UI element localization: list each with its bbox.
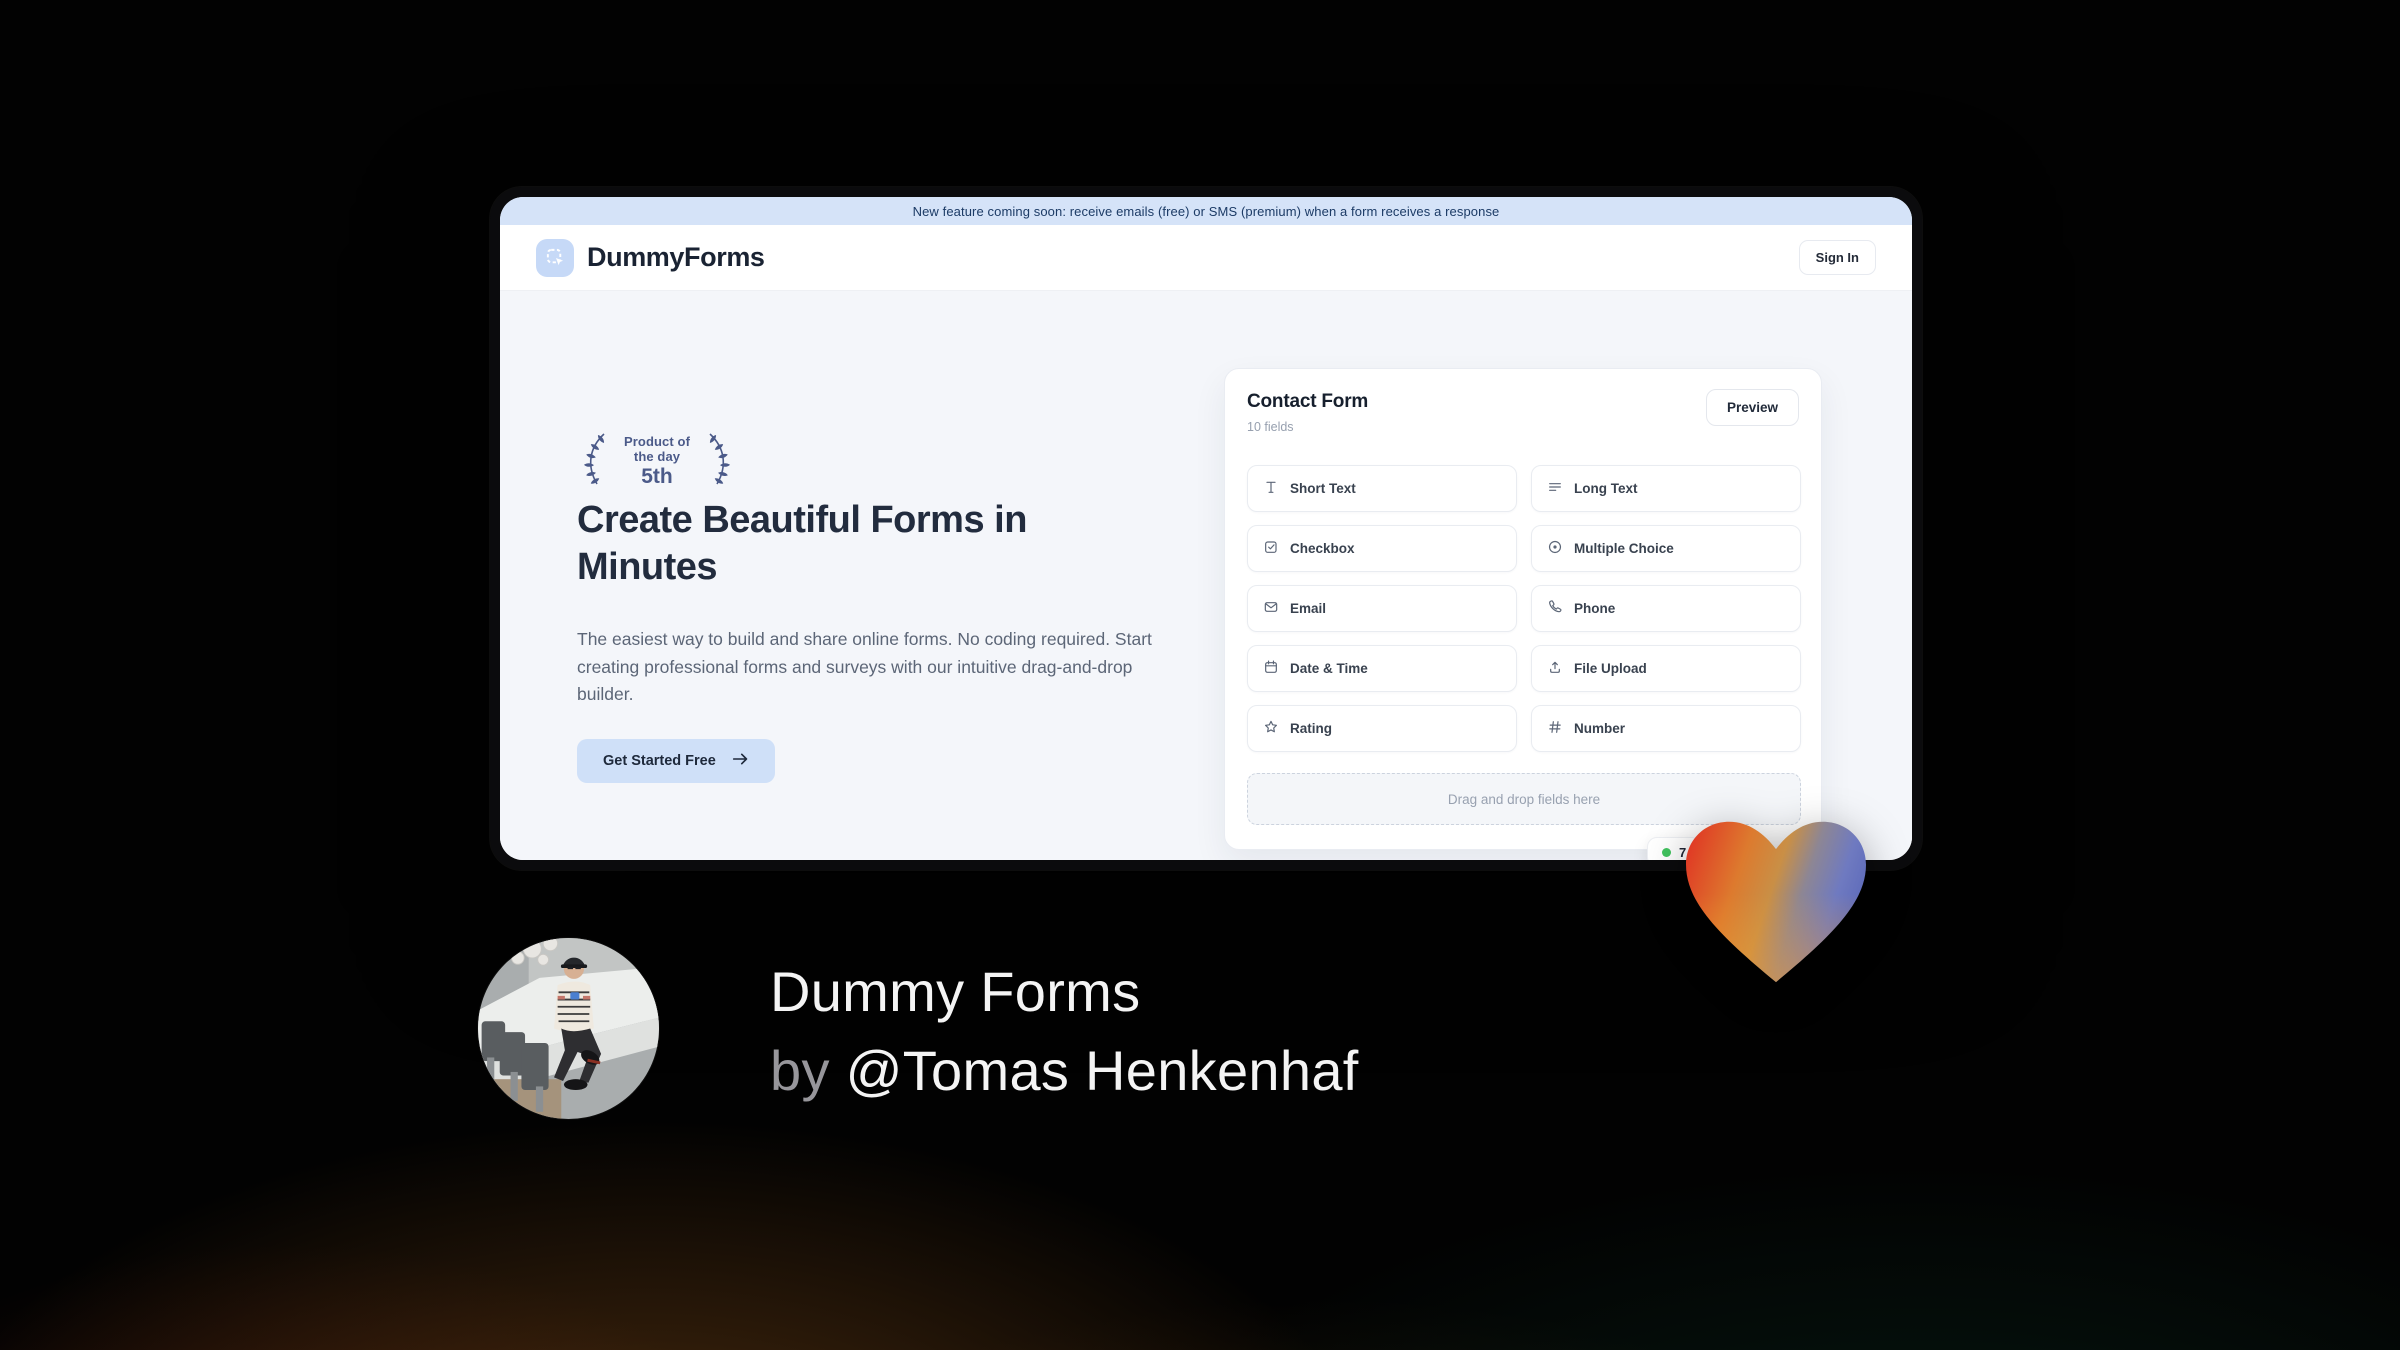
brand-name: DummyForms: [587, 242, 765, 272]
field-type-phone[interactable]: Phone: [1531, 585, 1801, 632]
field-type-date-time[interactable]: Date & Time: [1247, 645, 1517, 692]
gradient-heart-icon: [1678, 810, 1874, 990]
text-icon: [1263, 479, 1279, 498]
announcement-text: New feature coming soon: receive emails …: [912, 203, 1500, 219]
field-type-file-upload[interactable]: File Upload: [1531, 645, 1801, 692]
calendar-icon: [1263, 659, 1279, 678]
app-window-content: New feature coming soon: receive emails …: [500, 197, 1912, 860]
radio-icon: [1547, 539, 1563, 558]
product-of-the-day-badge: Product of the day 5th: [577, 430, 737, 493]
award-title: Product of the day: [624, 434, 690, 464]
announcement-banner: New feature coming soon: receive emails …: [500, 197, 1912, 225]
caption-title: Dummy Forms: [770, 960, 1141, 1023]
landing-page: Product of the day 5th Create Beautiful …: [500, 291, 1912, 860]
caption: Dummy Forms by @Tomas Henkenhaf: [770, 952, 1359, 1110]
field-type-short-text[interactable]: Short Text: [1247, 465, 1517, 512]
brand-logo[interactable]: DummyForms: [536, 238, 765, 277]
field-type-number[interactable]: Number: [1531, 705, 1801, 752]
field-type-email[interactable]: Email: [1247, 585, 1517, 632]
field-type-rating[interactable]: Rating: [1247, 705, 1517, 752]
caption-author: @Tomas Henkenhaf: [845, 1039, 1359, 1102]
cursor-select-icon: [536, 238, 574, 277]
hero-description: The easiest way to build and share onlin…: [577, 629, 1152, 704]
field-type-grid: Short Text Long Text Checkbox Multiple C…: [1247, 465, 1801, 752]
field-type-multiple-choice[interactable]: Multiple Choice: [1531, 525, 1801, 572]
award-rank: 5th: [641, 465, 673, 488]
app-header: DummyForms Sign In: [500, 225, 1912, 291]
field-type-checkbox[interactable]: Checkbox: [1247, 525, 1517, 572]
checkbox-icon: [1263, 539, 1279, 558]
phone-icon: [1547, 599, 1563, 618]
author-avatar: [478, 938, 659, 1119]
app-window: New feature coming soon: receive emails …: [490, 187, 1922, 870]
laurel-right-icon: [705, 430, 737, 493]
upload-icon: [1547, 659, 1563, 678]
get-started-label: Get Started Free: [603, 753, 716, 769]
green-dot-icon: [1662, 847, 1671, 857]
star-icon: [1263, 719, 1279, 738]
preview-button[interactable]: Preview: [1705, 389, 1799, 426]
hash-icon: [1547, 719, 1563, 738]
lines-icon: [1547, 479, 1563, 498]
mail-icon: [1263, 599, 1279, 618]
dropzone-text: Drag and drop fields here: [1447, 791, 1601, 807]
hero-title: Create Beautiful Forms in Minutes: [577, 499, 1027, 588]
arrow-right-icon: [732, 752, 749, 770]
field-type-long-text[interactable]: Long Text: [1531, 465, 1801, 512]
get-started-button[interactable]: Get Started Free: [577, 739, 775, 783]
caption-author-line: by @Tomas Henkenhaf: [770, 1031, 1359, 1110]
caption-by: by: [770, 1039, 846, 1102]
award-text: Product of the day 5th: [613, 434, 701, 489]
form-builder-card: Contact Form 10 fields Preview Short Tex…: [1224, 368, 1822, 860]
sign-in-button[interactable]: Sign In: [1798, 240, 1876, 275]
laurel-left-icon: [577, 430, 609, 493]
